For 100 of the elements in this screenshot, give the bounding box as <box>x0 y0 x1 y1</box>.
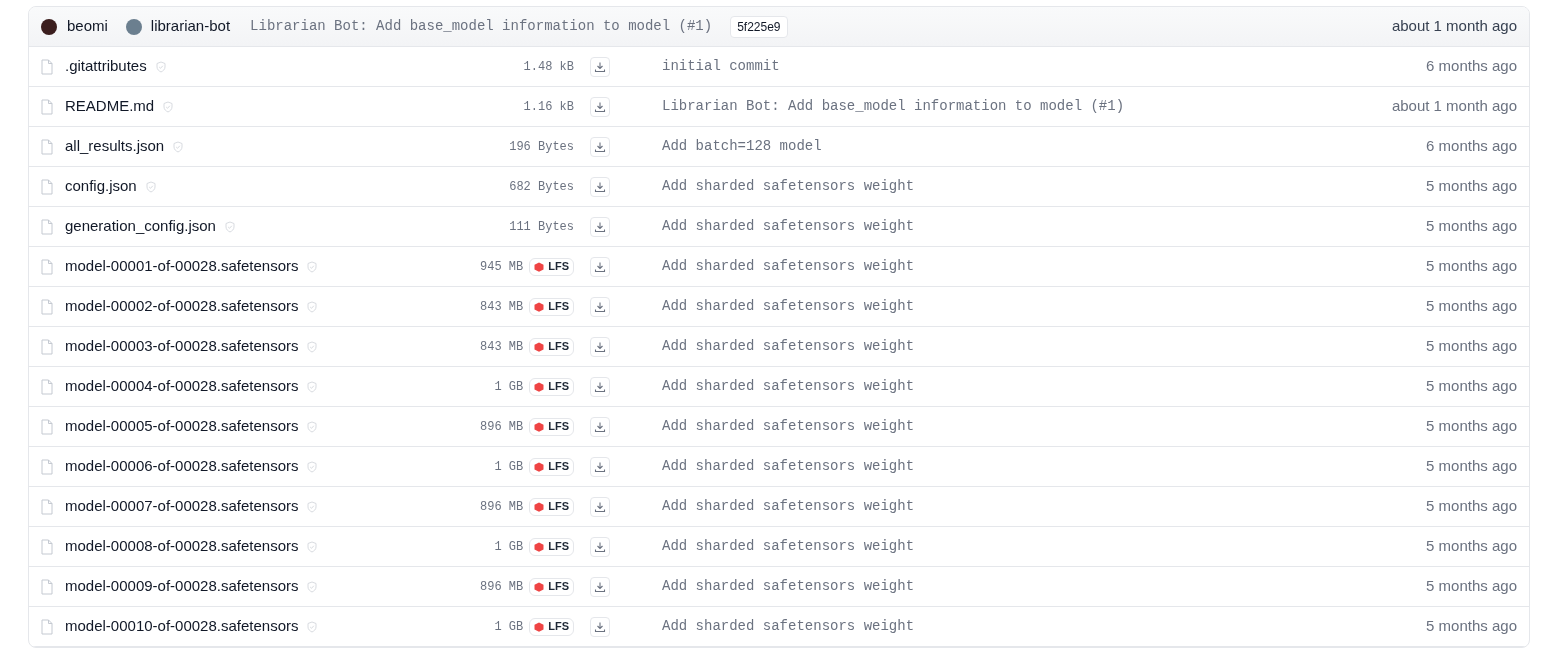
commit-message[interactable]: Add sharded safetensors weight <box>662 216 915 237</box>
download-icon <box>594 60 606 73</box>
commit-message[interactable]: Add sharded safetensors weight <box>662 176 915 197</box>
commit-date: 5 months ago <box>1426 496 1517 517</box>
shield-check-icon <box>306 420 319 433</box>
download-icon <box>594 380 606 393</box>
commit-message[interactable]: Add sharded safetensors weight <box>662 616 915 637</box>
file-icon <box>41 258 53 275</box>
commit-date: 5 months ago <box>1426 576 1517 597</box>
file-name[interactable]: model-00004-of-00028.safetensors <box>65 375 299 398</box>
file-size: 1.16 kB <box>523 98 574 116</box>
commit-message[interactable]: initial commit <box>662 56 780 77</box>
lfs-badge: LFS <box>529 377 574 396</box>
file-icon <box>41 458 53 475</box>
file-name[interactable]: model-00006-of-00028.safetensors <box>65 455 299 478</box>
commit-date: 5 months ago <box>1426 216 1517 237</box>
cube-icon <box>534 621 545 632</box>
file-icon <box>41 218 53 235</box>
file-name[interactable]: config.json <box>65 175 137 198</box>
shield-check-icon <box>306 300 319 313</box>
download-icon <box>594 460 606 473</box>
author-name[interactable]: beomi <box>67 15 108 38</box>
commit-message[interactable]: Librarian Bot: Add base_model information to model (#1) <box>662 96 1125 117</box>
lfs-badge: LFS <box>529 537 574 556</box>
download-icon <box>594 500 606 513</box>
file-size: 896 MB <box>480 418 524 436</box>
file-size: 196 Bytes <box>509 138 574 156</box>
download-button[interactable] <box>590 296 610 317</box>
commit-message[interactable]: Add batch=128 model <box>662 136 822 157</box>
author-name[interactable]: librarian-bot <box>150 15 231 38</box>
file-size: 1.48 kB <box>523 58 574 76</box>
download-button[interactable] <box>590 496 610 517</box>
download-button[interactable] <box>590 56 610 77</box>
commit-message[interactable]: Add sharded safetensors weight <box>662 576 915 597</box>
commit-message[interactable]: Add sharded safetensors weight <box>662 256 915 277</box>
download-button[interactable] <box>590 576 610 597</box>
file-name[interactable]: generation_config.json <box>65 215 216 238</box>
file-size: 945 MB <box>480 258 524 276</box>
shield-check-icon <box>144 180 157 193</box>
file-size: 843 MB <box>480 338 524 356</box>
file-name[interactable]: model-00007-of-00028.safetensors <box>65 495 299 518</box>
file-name[interactable]: model-00009-of-00028.safetensors <box>65 575 299 598</box>
commit-message[interactable]: Add sharded safetensors weight <box>662 536 915 557</box>
file-name[interactable]: model-00003-of-00028.safetensors <box>65 335 299 358</box>
commit-date: 5 months ago <box>1426 256 1517 277</box>
download-icon <box>594 260 606 273</box>
download-button[interactable] <box>590 536 610 557</box>
download-button[interactable] <box>590 416 610 437</box>
commit-message[interactable]: Add sharded safetensors weight <box>662 376 915 397</box>
download-button[interactable] <box>590 176 610 197</box>
file-icon <box>41 58 53 75</box>
download-button[interactable] <box>590 376 610 397</box>
file-name[interactable]: .gitattributes <box>65 55 147 78</box>
file-size: 111 Bytes <box>509 218 574 236</box>
file-name[interactable]: all_results.json <box>65 135 165 158</box>
shield-check-icon <box>306 580 319 593</box>
file-name[interactable]: model-00005-of-00028.safetensors <box>65 415 299 438</box>
lfs-badge: LFS <box>529 457 574 476</box>
commit-date: 5 months ago <box>1426 456 1517 477</box>
download-icon <box>594 620 606 633</box>
shield-check-icon <box>306 500 319 513</box>
file-name[interactable]: model-00010-of-00028.safetensors <box>65 615 299 638</box>
shield-check-icon <box>306 620 319 633</box>
file-icon <box>41 538 53 555</box>
cube-icon <box>534 381 545 392</box>
commit-message[interactable]: Add sharded safetensors weight <box>662 496 915 517</box>
cube-icon <box>534 421 545 432</box>
lfs-badge: LFS <box>529 337 574 356</box>
file-icon <box>41 178 53 195</box>
commit-message[interactable]: Add sharded safetensors weight <box>662 456 915 477</box>
shield-check-icon <box>223 220 236 233</box>
cube-icon <box>534 581 545 592</box>
commit-message[interactable]: Add sharded safetensors weight <box>662 296 915 317</box>
file-icon <box>41 578 53 595</box>
download-button[interactable] <box>590 256 610 277</box>
download-button[interactable] <box>590 96 610 117</box>
file-name[interactable]: model-00001-of-00028.safetensors <box>65 255 299 278</box>
file-size: 896 MB <box>480 498 524 516</box>
commit-message[interactable]: Add sharded safetensors weight <box>662 416 915 437</box>
avatar-placeholder <box>41 18 57 35</box>
download-button[interactable] <box>590 456 610 477</box>
lfs-badge: LFS <box>529 257 574 276</box>
commit-date: about 1 month ago <box>1391 16 1517 37</box>
download-button[interactable] <box>590 136 610 157</box>
shield-check-icon <box>306 380 319 393</box>
download-icon <box>594 580 606 593</box>
cube-icon <box>534 341 545 352</box>
file-name[interactable]: model-00002-of-00028.safetensors <box>65 295 299 318</box>
commit-message[interactable]: Add sharded safetensors weight <box>662 336 915 357</box>
file-name[interactable]: model-00008-of-00028.safetensors <box>65 535 299 558</box>
cube-icon <box>534 541 545 552</box>
commit-message[interactable]: Librarian Bot: Add base_model information to model (#1) <box>250 16 713 37</box>
shield-check-icon <box>306 260 319 273</box>
commit-hash[interactable]: 5f225e9 <box>730 15 788 38</box>
download-button[interactable] <box>590 216 610 237</box>
commit-date: 5 months ago <box>1426 416 1517 437</box>
file-icon <box>41 418 53 435</box>
file-name[interactable]: README.md <box>65 95 155 118</box>
download-button[interactable] <box>590 336 610 357</box>
download-button[interactable] <box>590 616 610 637</box>
